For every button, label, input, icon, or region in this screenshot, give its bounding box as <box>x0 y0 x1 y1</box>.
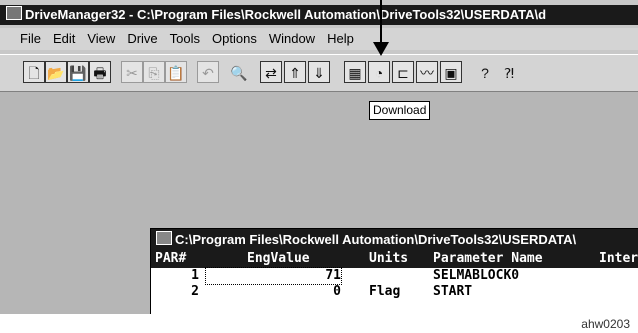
table-row[interactable]: 2 0 Flag START <box>151 284 638 300</box>
download-tooltip: Download <box>369 101 431 120</box>
menu-drive[interactable]: Drive <box>121 28 163 50</box>
app-icon <box>6 6 22 20</box>
cut-icon[interactable]: ✂ <box>121 61 143 83</box>
col-inter[interactable]: Inter <box>599 250 638 268</box>
col-parameter-name[interactable]: Parameter Name <box>433 250 543 268</box>
drivemanager-window: DriveManager32 - C:\Program Files\Rockwe… <box>0 0 638 314</box>
new-icon[interactable]: 🗋 <box>23 61 45 83</box>
par-number: 1 <box>191 268 199 283</box>
window-title: DriveManager32 - C:\Program Files\Rockwe… <box>25 7 547 22</box>
calculator-icon[interactable]: ▣ <box>440 61 462 83</box>
menu-edit[interactable]: Edit <box>47 28 81 50</box>
grid-header: PAR# EngValue Units Parameter Name Inter <box>151 250 638 268</box>
par-number: 2 <box>191 284 199 299</box>
save-icon[interactable]: 💾 <box>67 61 89 83</box>
menu-help[interactable]: Help <box>321 28 360 50</box>
monitor-icon[interactable]: ▦ <box>344 61 366 83</box>
print-icon[interactable]: 🖶 <box>89 61 111 83</box>
menu-bar: File Edit View Drive Tools Options Window Help <box>0 28 638 50</box>
col-units[interactable]: Units <box>369 250 408 268</box>
document-icon <box>156 231 172 245</box>
copy-icon[interactable]: ⎘ <box>143 61 165 83</box>
figure-id: ahw0203 <box>581 317 630 331</box>
gauge-icon[interactable]: ◔ <box>368 61 390 83</box>
menu-window[interactable]: Window <box>263 28 321 50</box>
open-icon[interactable]: 📂 <box>45 61 67 83</box>
upload-icon[interactable]: ⇑ <box>284 61 306 83</box>
col-par[interactable]: PAR# <box>155 250 186 268</box>
download-icon[interactable]: ⇓ <box>308 61 330 83</box>
help-icon[interactable]: ? <box>474 61 496 83</box>
paste-icon[interactable]: 📋 <box>165 61 187 83</box>
eng-value-cell[interactable]: 71 <box>205 267 342 285</box>
find-icon[interactable]: 🔍 <box>228 61 250 83</box>
eng-value-cell[interactable]: 0 <box>206 284 341 300</box>
menu-options[interactable]: Options <box>206 28 263 50</box>
col-engvalue[interactable]: EngValue <box>247 250 310 268</box>
trend-icon[interactable]: 〰 <box>416 61 438 83</box>
toolbar: 🗋 📂 💾 🖶 ✂ ⎘ 📋 ↶ 🔍 ⇄ ⇑ ⇓ ▦ ◔ ⊏ 〰 ▣? ⁈ <box>0 54 638 93</box>
units-cell: Flag <box>369 284 401 299</box>
parameter-window: C:\Program Files\Rockwell Automation\Dri… <box>150 228 638 314</box>
parameter-window-title: C:\Program Files\Rockwell Automation\Dri… <box>175 232 577 247</box>
callout-arrow <box>373 42 389 56</box>
menu-tools[interactable]: Tools <box>164 28 206 50</box>
parameter-name-cell: START <box>433 284 473 299</box>
parameter-window-title-bar[interactable]: C:\Program Files\Rockwell Automation\Dri… <box>151 229 638 250</box>
parameter-name-cell: SELMABLOCK0 <box>433 268 520 283</box>
menu-view[interactable]: View <box>81 28 121 50</box>
block-icon[interactable]: ⊏ <box>392 61 414 83</box>
title-bar[interactable]: DriveManager32 - C:\Program Files\Rockwe… <box>0 5 638 25</box>
menu-file[interactable]: File <box>0 28 47 50</box>
context-help-icon[interactable]: ⁈ <box>498 61 520 83</box>
undo-icon[interactable]: ↶ <box>197 61 219 83</box>
connect-icon[interactable]: ⇄ <box>260 61 282 83</box>
callout-line <box>380 0 382 44</box>
table-row[interactable]: 1 71 SELMABLOCK0 <box>151 267 638 285</box>
